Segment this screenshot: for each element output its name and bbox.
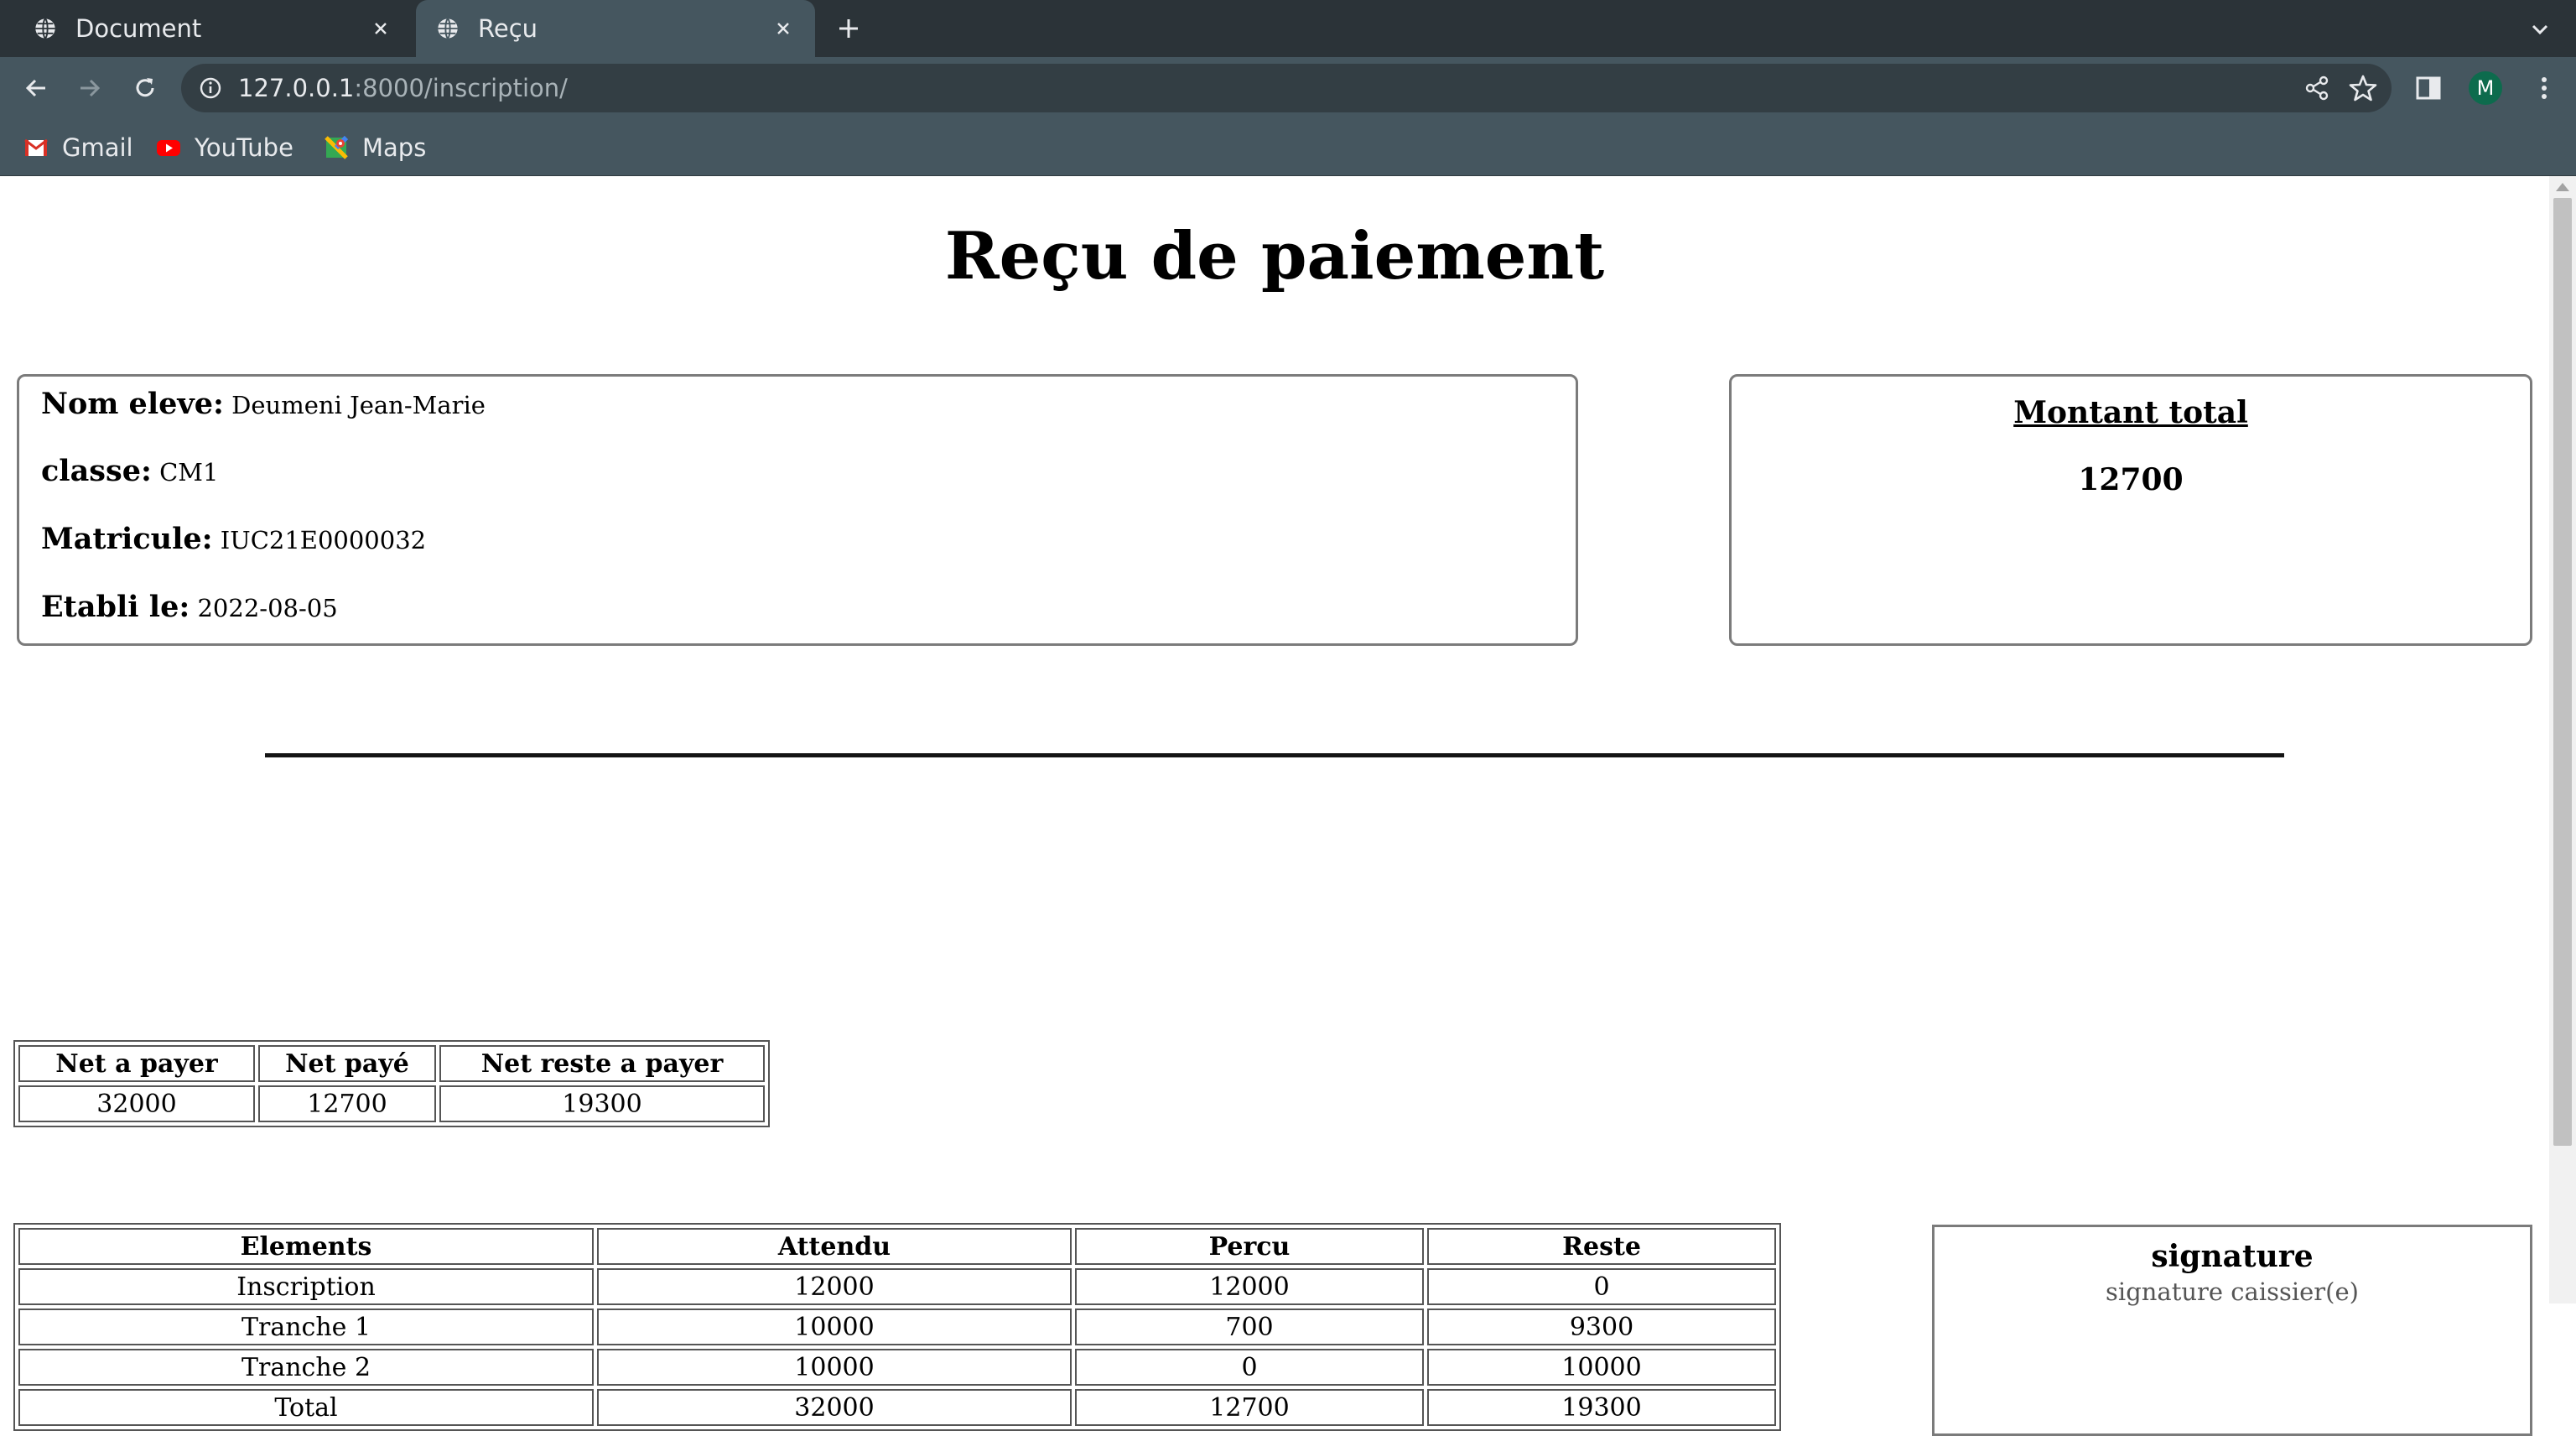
tab-strip: Document Reçu [0, 0, 2576, 57]
table-cell: 0 [1075, 1349, 1424, 1386]
column-header: Attendu [597, 1228, 1072, 1265]
close-tab-icon[interactable] [771, 17, 795, 40]
arrow-left-icon [25, 79, 45, 97]
back-button[interactable] [20, 72, 52, 104]
close-tab-icon[interactable] [369, 17, 392, 40]
table-cell: 12000 [1075, 1268, 1424, 1305]
table-cell: 9300 [1427, 1309, 1776, 1345]
arrow-right-icon [80, 79, 101, 97]
table-cell: 10000 [597, 1309, 1072, 1345]
total-amount-label: Montant total [2013, 395, 2248, 430]
globe-icon [35, 18, 55, 39]
share-icon[interactable] [2303, 74, 2331, 102]
student-info-box: Nom eleve: Deumeni Jean-Marie classe: CM… [17, 374, 1578, 646]
scroll-up-arrow-icon[interactable] [2556, 183, 2569, 191]
table-row: Tranche 1 10000 700 9300 [18, 1309, 1776, 1345]
table-cell: Total [18, 1389, 594, 1426]
student-name-line: Nom eleve: Deumeni Jean-Marie [41, 387, 486, 421]
student-class-line: classe: CM1 [41, 454, 218, 488]
youtube-icon [157, 140, 180, 156]
table-cell: 32000 [597, 1389, 1072, 1426]
total-amount-box: Montant total 12700 [1729, 374, 2532, 646]
issue-date-line: Etabli le: 2022-08-05 [41, 590, 338, 624]
student-class-label: classe: [41, 454, 152, 488]
tab-recu[interactable]: Reçu [416, 0, 815, 57]
table-row: Inscription 12000 12000 0 [18, 1268, 1776, 1305]
vertical-scrollbar[interactable] [2549, 176, 2576, 1303]
bookmark-label: Maps [362, 133, 427, 162]
signature-box: signature signature caissier(e) [1932, 1225, 2532, 1436]
info-icon[interactable] [198, 75, 223, 101]
student-id-line: Matricule: IUC21E0000032 [41, 522, 426, 556]
table-row: 32000 12700 19300 [18, 1085, 765, 1122]
table-cell: 19300 [439, 1085, 765, 1122]
forward-button[interactable] [74, 72, 106, 104]
payment-summary-table: Net a payer Net payé Net reste a payer 3… [13, 1040, 770, 1127]
signature-title: signature [2151, 1239, 2314, 1274]
table-cell: 19300 [1427, 1389, 1776, 1426]
new-tab-icon[interactable] [835, 15, 862, 42]
student-id-label: Matricule: [41, 522, 213, 556]
bookmark-label: Gmail [62, 133, 133, 162]
bookmark-label: YouTube [195, 133, 293, 162]
student-class-value: CM1 [159, 458, 219, 486]
table-header-row: Elements Attendu Percu Reste [18, 1228, 1776, 1265]
maps-icon [325, 135, 349, 159]
bookmark-maps[interactable]: Maps [324, 131, 426, 164]
total-amount-value: 12700 [2078, 462, 2184, 497]
table-total-row: Total 32000 12700 19300 [18, 1389, 1776, 1426]
avatar[interactable]: M [2469, 71, 2502, 105]
issue-date-label: Etabli le: [41, 590, 190, 624]
table-row: Tranche 2 10000 0 10000 [18, 1349, 1776, 1386]
issue-date-value: 2022-08-05 [197, 594, 338, 622]
table-cell: 700 [1075, 1309, 1424, 1345]
table-cell: 12700 [258, 1085, 436, 1122]
table-cell: 12700 [1075, 1389, 1424, 1426]
column-header: Net a payer [18, 1045, 255, 1082]
tab-title: Reçu [478, 14, 538, 43]
table-cell: 10000 [1427, 1349, 1776, 1386]
table-cell: 12000 [597, 1268, 1072, 1305]
bookmark-youtube[interactable]: YouTube [156, 131, 293, 164]
scrollbar-thumb[interactable] [2553, 198, 2572, 1146]
kebab-menu-icon[interactable] [2529, 73, 2559, 103]
divider [265, 753, 2284, 757]
table-header-row: Net a payer Net payé Net reste a payer [18, 1045, 765, 1082]
star-icon[interactable] [2348, 73, 2378, 103]
url-text[interactable]: 127.0.0.1:8000/inscription/ [238, 74, 568, 102]
student-id-value: IUC21E0000032 [220, 526, 427, 554]
bookmarks-bar: Gmail YouTube Maps [0, 119, 2576, 176]
student-name-label: Nom eleve: [41, 387, 224, 421]
column-header: Reste [1427, 1228, 1776, 1265]
student-name-value: Deumeni Jean-Marie [231, 391, 486, 419]
url-path: :8000/inscription/ [354, 74, 568, 102]
reload-button[interactable] [129, 72, 161, 104]
payment-elements-table: Elements Attendu Percu Reste Inscription… [13, 1223, 1781, 1431]
chevron-down-icon[interactable] [2527, 17, 2553, 42]
table-cell: 10000 [597, 1349, 1072, 1386]
table-cell: 32000 [18, 1085, 255, 1122]
column-header: Elements [18, 1228, 594, 1265]
bookmark-gmail[interactable]: Gmail [23, 131, 133, 164]
table-cell: Tranche 1 [18, 1309, 594, 1345]
tab-title: Document [75, 14, 202, 43]
column-header: Net reste a payer [439, 1045, 765, 1082]
signature-caption: signature caissier(e) [2106, 1277, 2359, 1306]
address-bar[interactable]: 127.0.0.1:8000/inscription/ [181, 64, 2392, 112]
table-cell: 0 [1427, 1268, 1776, 1305]
browser-toolbar: 127.0.0.1:8000/inscription/ M [0, 57, 2576, 119]
globe-icon [438, 18, 458, 39]
gmail-icon [24, 138, 48, 156]
column-header: Net payé [258, 1045, 436, 1082]
table-cell: Tranche 2 [18, 1349, 594, 1386]
tab-document[interactable]: Document [13, 0, 413, 57]
url-host: 127.0.0.1 [238, 74, 355, 102]
column-header: Percu [1075, 1228, 1424, 1265]
side-panel-icon[interactable] [2413, 73, 2444, 103]
page-title: Reçu de paiement [944, 218, 1605, 294]
page-viewport: Reçu de paiement Nom eleve: Deumeni Jean… [0, 176, 2549, 1436]
table-cell: Inscription [18, 1268, 594, 1305]
reload-icon [136, 78, 154, 97]
